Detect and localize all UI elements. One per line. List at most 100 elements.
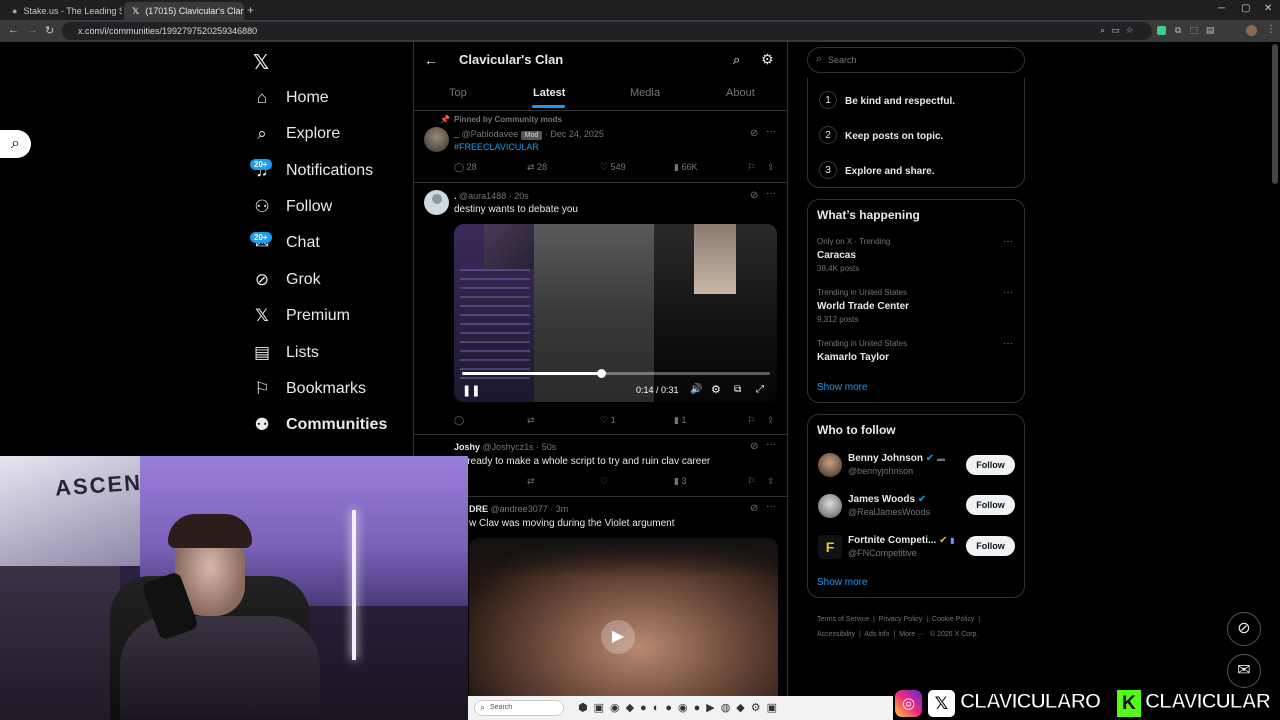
- nav-lists[interactable]: ▤ Lists: [252, 339, 319, 367]
- play-icon[interactable]: ▶: [601, 620, 635, 654]
- user-name[interactable]: Fortnite Competi... ✔ ▮: [848, 535, 955, 546]
- author-name[interactable]: Joshy: [454, 442, 480, 452]
- author-handle[interactable]: @aura1488: [459, 191, 506, 201]
- follow-button[interactable]: Follow: [966, 495, 1015, 515]
- taskbar-search-input[interactable]: ⌕ Search: [474, 700, 564, 716]
- bookmark-icon[interactable]: ⚐: [747, 415, 755, 426]
- repost-button[interactable]: ⇄: [527, 415, 535, 426]
- x-logo-icon[interactable]: 𝕏: [253, 50, 269, 75]
- share-icon[interactable]: ⇪: [767, 476, 775, 487]
- grok-fab-icon[interactable]: ⊘: [1227, 612, 1261, 646]
- show-more-link[interactable]: Show more: [817, 382, 868, 393]
- post-text[interactable]: #FREECLAVICULAR: [454, 142, 539, 152]
- trend-item[interactable]: Trending in United States Kamarlo Taylor…: [808, 336, 1024, 370]
- footer-link[interactable]: Privacy Policy: [879, 616, 923, 623]
- minimize-icon[interactable]: ─: [1218, 3, 1225, 14]
- fortnite-logo[interactable]: F: [818, 535, 842, 559]
- more-icon[interactable]: ···: [1003, 338, 1013, 349]
- share-icon[interactable]: ⇪: [767, 415, 775, 426]
- nav-grok[interactable]: ⊘ Grok: [252, 266, 321, 294]
- tab-about[interactable]: About: [726, 87, 755, 99]
- reply-button[interactable]: ◯: [454, 415, 464, 426]
- page-scrollbar[interactable]: [1272, 44, 1278, 184]
- nav-premium[interactable]: 𝕏 Premium: [252, 302, 350, 330]
- menu-icon[interactable]: ⋮: [1266, 24, 1276, 35]
- text-post[interactable]: Joshy @Joshycz1s · 50s ⊘ ··· let ready t…: [414, 436, 788, 494]
- zoom-search-icon[interactable]: ⌕: [0, 130, 31, 158]
- fullscreen-icon[interactable]: ⤢: [756, 384, 764, 395]
- show-more-link[interactable]: Show more: [817, 577, 868, 588]
- user-name[interactable]: James Woods ✔: [848, 494, 926, 505]
- reload-icon[interactable]: ↻: [45, 24, 54, 37]
- more-icon[interactable]: ···: [1003, 287, 1013, 298]
- nav-home[interactable]: ⌂ Home: [252, 84, 329, 112]
- bookmark-icon[interactable]: ⚐: [747, 162, 755, 173]
- footer-link[interactable]: Ads info: [864, 631, 889, 638]
- url-field[interactable]: x.com/i/communities/1992797520259346880: [62, 22, 1152, 40]
- user-name[interactable]: Benny Johnson ✔ ▬: [848, 453, 945, 464]
- grok-icon[interactable]: ⊘: [750, 128, 758, 139]
- more-icon[interactable]: ···: [766, 126, 776, 137]
- author-handle[interactable]: @Joshycz1s: [483, 442, 534, 452]
- author-handle[interactable]: @Pablodavee: [462, 129, 519, 139]
- bookmark-icon[interactable]: ⚐: [747, 476, 755, 487]
- follow-button[interactable]: Follow: [966, 536, 1015, 556]
- footer-link[interactable]: Cookie Policy: [932, 616, 974, 623]
- nav-bookmarks[interactable]: ⚐ Bookmarks: [252, 375, 366, 403]
- back-icon[interactable]: ←: [8, 24, 19, 36]
- views-button[interactable]: ▮ 66K: [674, 162, 697, 173]
- toolbar-icons[interactable]: ⌕▭☆: [1100, 25, 1140, 36]
- video-player[interactable]: ❚❚ 0:14 / 0:31 🔊 ⚙ ⧉ ⤢: [454, 224, 777, 402]
- profile-avatar[interactable]: [1246, 25, 1257, 36]
- extension-icon[interactable]: [1157, 26, 1166, 35]
- close-window-icon[interactable]: ✕: [1264, 3, 1272, 14]
- author-handle[interactable]: @andree3077: [491, 504, 548, 514]
- video-post[interactable]: . @aura1488 · 20s ⊘ ··· destiny wants to…: [414, 184, 788, 434]
- back-arrow-icon[interactable]: ←: [424, 52, 438, 68]
- grok-icon[interactable]: ⊘: [750, 503, 758, 514]
- like-button[interactable]: ♡ 1: [600, 415, 616, 426]
- views-button[interactable]: ▮ 1: [674, 415, 686, 426]
- repost-button[interactable]: ⇄: [527, 476, 535, 487]
- extensions-icon[interactable]: ⧉⬚▤: [1175, 25, 1222, 36]
- maximize-icon[interactable]: ▢: [1241, 3, 1250, 14]
- video-progress-track[interactable]: [462, 372, 770, 375]
- tab-latest[interactable]: Latest: [533, 87, 565, 99]
- more-icon[interactable]: ···: [766, 439, 776, 450]
- more-icon[interactable]: ···: [766, 501, 776, 512]
- views-button[interactable]: ▮ 3: [674, 476, 686, 487]
- nav-communities[interactable]: ⚉ Communities: [252, 411, 387, 439]
- settings-icon[interactable]: ⚙: [711, 383, 721, 396]
- avatar[interactable]: [424, 190, 449, 215]
- more-icon[interactable]: ···: [766, 188, 776, 199]
- repost-button[interactable]: ⇄ 28: [527, 162, 547, 173]
- video-thumbnail[interactable]: ▶: [469, 538, 778, 720]
- pip-icon[interactable]: ⧉: [734, 384, 741, 395]
- nav-explore[interactable]: ⌕ Explore: [252, 120, 340, 148]
- author-name[interactable]: .: [454, 191, 457, 201]
- tab-media[interactable]: Media: [630, 87, 660, 99]
- pause-icon[interactable]: ❚❚: [462, 384, 480, 397]
- browser-tab-stake[interactable]: ● Stake.us - The Leading Social C ✕: [4, 2, 122, 20]
- volume-icon[interactable]: 🔊: [690, 384, 702, 395]
- search-input[interactable]: ⌕ Search: [807, 47, 1025, 73]
- forward-icon[interactable]: →: [27, 24, 38, 36]
- avatar[interactable]: [818, 494, 842, 518]
- search-icon[interactable]: ⌕: [733, 52, 740, 68]
- follow-button[interactable]: Follow: [966, 455, 1015, 475]
- video-scrubber[interactable]: [596, 369, 606, 378]
- grok-icon[interactable]: ⊘: [750, 190, 758, 201]
- trend-item[interactable]: Trending in United States World Trade Ce…: [808, 285, 1024, 329]
- author-name[interactable]: _: [454, 129, 459, 139]
- trend-item[interactable]: Only on X · Trending Caracas 38.4K posts…: [808, 234, 1024, 278]
- avatar[interactable]: [424, 127, 449, 152]
- tab-top[interactable]: Top: [449, 87, 467, 99]
- avatar[interactable]: [818, 453, 842, 477]
- reply-button[interactable]: ◯ 28: [454, 162, 477, 173]
- footer-link[interactable]: More ···: [899, 631, 924, 638]
- footer-link[interactable]: Terms of Service: [817, 616, 869, 623]
- author-name[interactable]: DRE: [469, 504, 488, 514]
- browser-tab-x[interactable]: 𝕏 (17015) Clavicular's Clan Co ✕: [124, 2, 244, 20]
- new-tab-button[interactable]: +: [247, 3, 254, 17]
- like-button[interactable]: ♡: [600, 476, 608, 487]
